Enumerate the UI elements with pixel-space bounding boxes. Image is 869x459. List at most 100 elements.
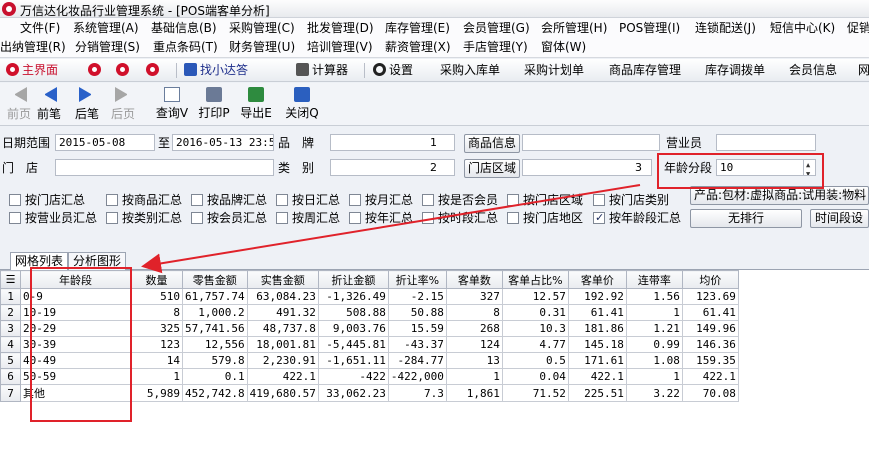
table-cell[interactable]: 0.31: [501, 304, 569, 321]
menu-window[interactable]: 窗体(W): [541, 37, 586, 57]
table-cell[interactable]: 1: [445, 368, 503, 385]
table-cell[interactable]: 225.51: [567, 384, 627, 402]
table-cell[interactable]: 422.1: [246, 368, 319, 385]
link-product-stock[interactable]: 商品库存管理: [609, 62, 681, 79]
salesperson-input[interactable]: [716, 134, 816, 151]
chk-by-member[interactable]: 按是否会员: [422, 193, 498, 208]
table-cell[interactable]: 1,861: [445, 384, 503, 402]
menu-member[interactable]: 会员管理(G): [463, 18, 530, 38]
table-cell[interactable]: -1,651.11: [317, 352, 389, 369]
menu-chain-distribution[interactable]: 连锁配送(J): [695, 18, 756, 38]
chk-by-brand[interactable]: 按品牌汇总: [191, 193, 267, 208]
chk-by-year[interactable]: 按年汇总: [349, 211, 413, 226]
menu-cashier[interactable]: 出纳管理(R): [0, 37, 66, 57]
table-cell[interactable]: 1,000.2: [182, 304, 248, 321]
close-button[interactable]: 关闭Q: [282, 85, 322, 123]
chk-by-month[interactable]: 按月汇总: [349, 193, 413, 208]
chk-by-store-region[interactable]: 按门店地区: [507, 211, 583, 226]
settings-button[interactable]: 设置: [373, 62, 413, 79]
table-cell[interactable]: 71.52: [501, 384, 569, 402]
export-button[interactable]: 导出E: [236, 85, 276, 123]
table-cell[interactable]: 510: [130, 288, 183, 305]
menu-system[interactable]: 系统管理(A): [73, 18, 139, 38]
chk-by-store[interactable]: 按门店汇总: [9, 193, 85, 208]
chk-by-salesperson[interactable]: 按营业员汇总: [9, 211, 97, 226]
chk-by-day[interactable]: 按日汇总: [276, 193, 340, 208]
table-cell[interactable]: 13: [445, 352, 503, 369]
table-cell[interactable]: 124: [445, 336, 503, 353]
table-cell[interactable]: 63,084.23: [246, 288, 319, 305]
menu-training[interactable]: 培训管理(V): [307, 37, 373, 57]
prev-record-button[interactable]: 前笔: [30, 85, 68, 123]
chk-by-product[interactable]: 按商品汇总: [106, 193, 182, 208]
col-discount-amount[interactable]: 折让金额: [317, 270, 389, 289]
home-button[interactable]: 主界面: [6, 62, 58, 79]
print-button[interactable]: 打印P: [194, 85, 234, 123]
table-cell[interactable]: 123: [130, 336, 183, 353]
table-cell[interactable]: 7.3: [387, 384, 447, 402]
table-cell[interactable]: 171.61: [567, 352, 627, 369]
chat-button[interactable]: [116, 62, 132, 79]
time-segment-button[interactable]: 时间段设: [810, 209, 869, 228]
link-purchase-receipt[interactable]: 采购入库单: [440, 62, 500, 79]
grid-corner[interactable]: ☰: [0, 270, 21, 289]
table-cell[interactable]: 491.32: [246, 304, 319, 321]
menu-wholesale[interactable]: 批发管理(D): [307, 18, 374, 38]
table-cell[interactable]: 5,989: [130, 384, 183, 402]
chk-by-store-area[interactable]: 按门店区域: [507, 193, 583, 208]
table-cell[interactable]: 61.41: [567, 304, 627, 321]
chk-by-time-slot[interactable]: 按时段汇总: [422, 211, 498, 226]
link-member-info[interactable]: 会员信息: [789, 62, 837, 79]
table-cell[interactable]: 12.57: [501, 288, 569, 305]
row-number[interactable]: 1: [0, 288, 21, 305]
store-area-input[interactable]: [522, 159, 652, 176]
menu-file[interactable]: 文件(F): [20, 18, 60, 38]
table-cell[interactable]: 1: [625, 304, 683, 321]
calculator-button[interactable]: 计算器: [296, 62, 348, 79]
query-button[interactable]: 查询V: [152, 85, 192, 123]
table-cell[interactable]: 15.59: [387, 320, 447, 337]
date-from-input[interactable]: 2015-05-08: [55, 134, 155, 151]
table-cell[interactable]: 452,742.8: [182, 384, 248, 402]
chk-by-age-group[interactable]: 按年龄段汇总: [593, 210, 681, 226]
menu-purchase[interactable]: 采购管理(C): [229, 18, 295, 38]
table-cell[interactable]: 508.88: [317, 304, 389, 321]
table-cell[interactable]: 8: [130, 304, 183, 321]
row-number[interactable]: 7: [0, 384, 21, 402]
table-cell[interactable]: 0.99: [625, 336, 683, 353]
table-cell[interactable]: 0.04: [501, 368, 569, 385]
col-actual-amount[interactable]: 实售金额: [246, 270, 319, 289]
chk-by-category[interactable]: 按类别汇总: [106, 211, 182, 226]
find-xiaoda-button[interactable]: 找小达答: [184, 62, 248, 79]
link-purchase-plan[interactable]: 采购计划单: [524, 62, 584, 79]
table-cell[interactable]: -5,445.81: [317, 336, 389, 353]
col-avg-order-value[interactable]: 客单价: [567, 270, 627, 289]
menu-key-barcode[interactable]: 重点条码(T): [153, 37, 218, 57]
table-cell[interactable]: -1,326.49: [317, 288, 389, 305]
product-info-input[interactable]: [522, 134, 660, 151]
table-cell[interactable]: -2.15: [387, 288, 447, 305]
chk-by-week[interactable]: 按周汇总: [276, 211, 340, 226]
table-cell[interactable]: 181.86: [567, 320, 627, 337]
table-cell[interactable]: 327: [445, 288, 503, 305]
col-retail-amount[interactable]: 零售金额: [182, 270, 248, 289]
row-number[interactable]: 5: [0, 352, 21, 369]
store-input[interactable]: [55, 159, 274, 176]
table-cell[interactable]: 14: [130, 352, 183, 369]
table-cell[interactable]: 61.41: [681, 304, 739, 321]
message-button[interactable]: [146, 62, 162, 79]
table-cell[interactable]: 1: [625, 368, 683, 385]
table-cell[interactable]: 325: [130, 320, 183, 337]
table-cell[interactable]: -422,000: [387, 368, 447, 385]
table-cell[interactable]: 123.69: [681, 288, 739, 305]
menu-payroll[interactable]: 薪资管理(X): [385, 37, 451, 57]
table-cell[interactable]: 18,001.81: [246, 336, 319, 353]
product-info-button[interactable]: 商品信息: [464, 134, 520, 153]
table-cell[interactable]: 419,680.57: [246, 384, 319, 402]
table-cell[interactable]: 61,757.74: [182, 288, 248, 305]
table-cell[interactable]: 159.35: [681, 352, 739, 369]
table-cell[interactable]: 8: [445, 304, 503, 321]
table-cell[interactable]: 192.92: [567, 288, 627, 305]
table-cell[interactable]: 1.08: [625, 352, 683, 369]
table-cell[interactable]: -43.37: [387, 336, 447, 353]
